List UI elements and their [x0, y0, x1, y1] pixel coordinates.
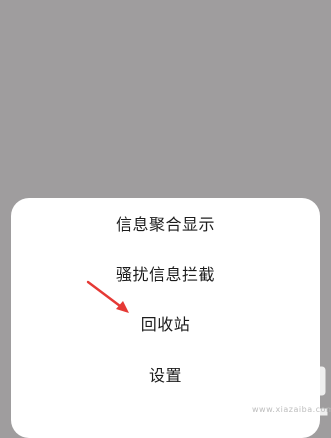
menu-item-spam-block[interactable]: 骚扰信息拦截	[11, 249, 320, 297]
menu-item-label: 回收站	[140, 315, 191, 334]
menu-item-info-aggregate[interactable]: 信息聚合显示	[11, 199, 320, 247]
watermark-site-text: www.xiazaiba.com	[252, 405, 331, 414]
menu-item-recycle-bin[interactable]: 回收站	[11, 299, 320, 347]
red-arrow-icon	[86, 280, 129, 313]
menu-item-label: 设置	[148, 366, 182, 385]
menu-item-label: 信息聚合显示	[115, 215, 215, 234]
